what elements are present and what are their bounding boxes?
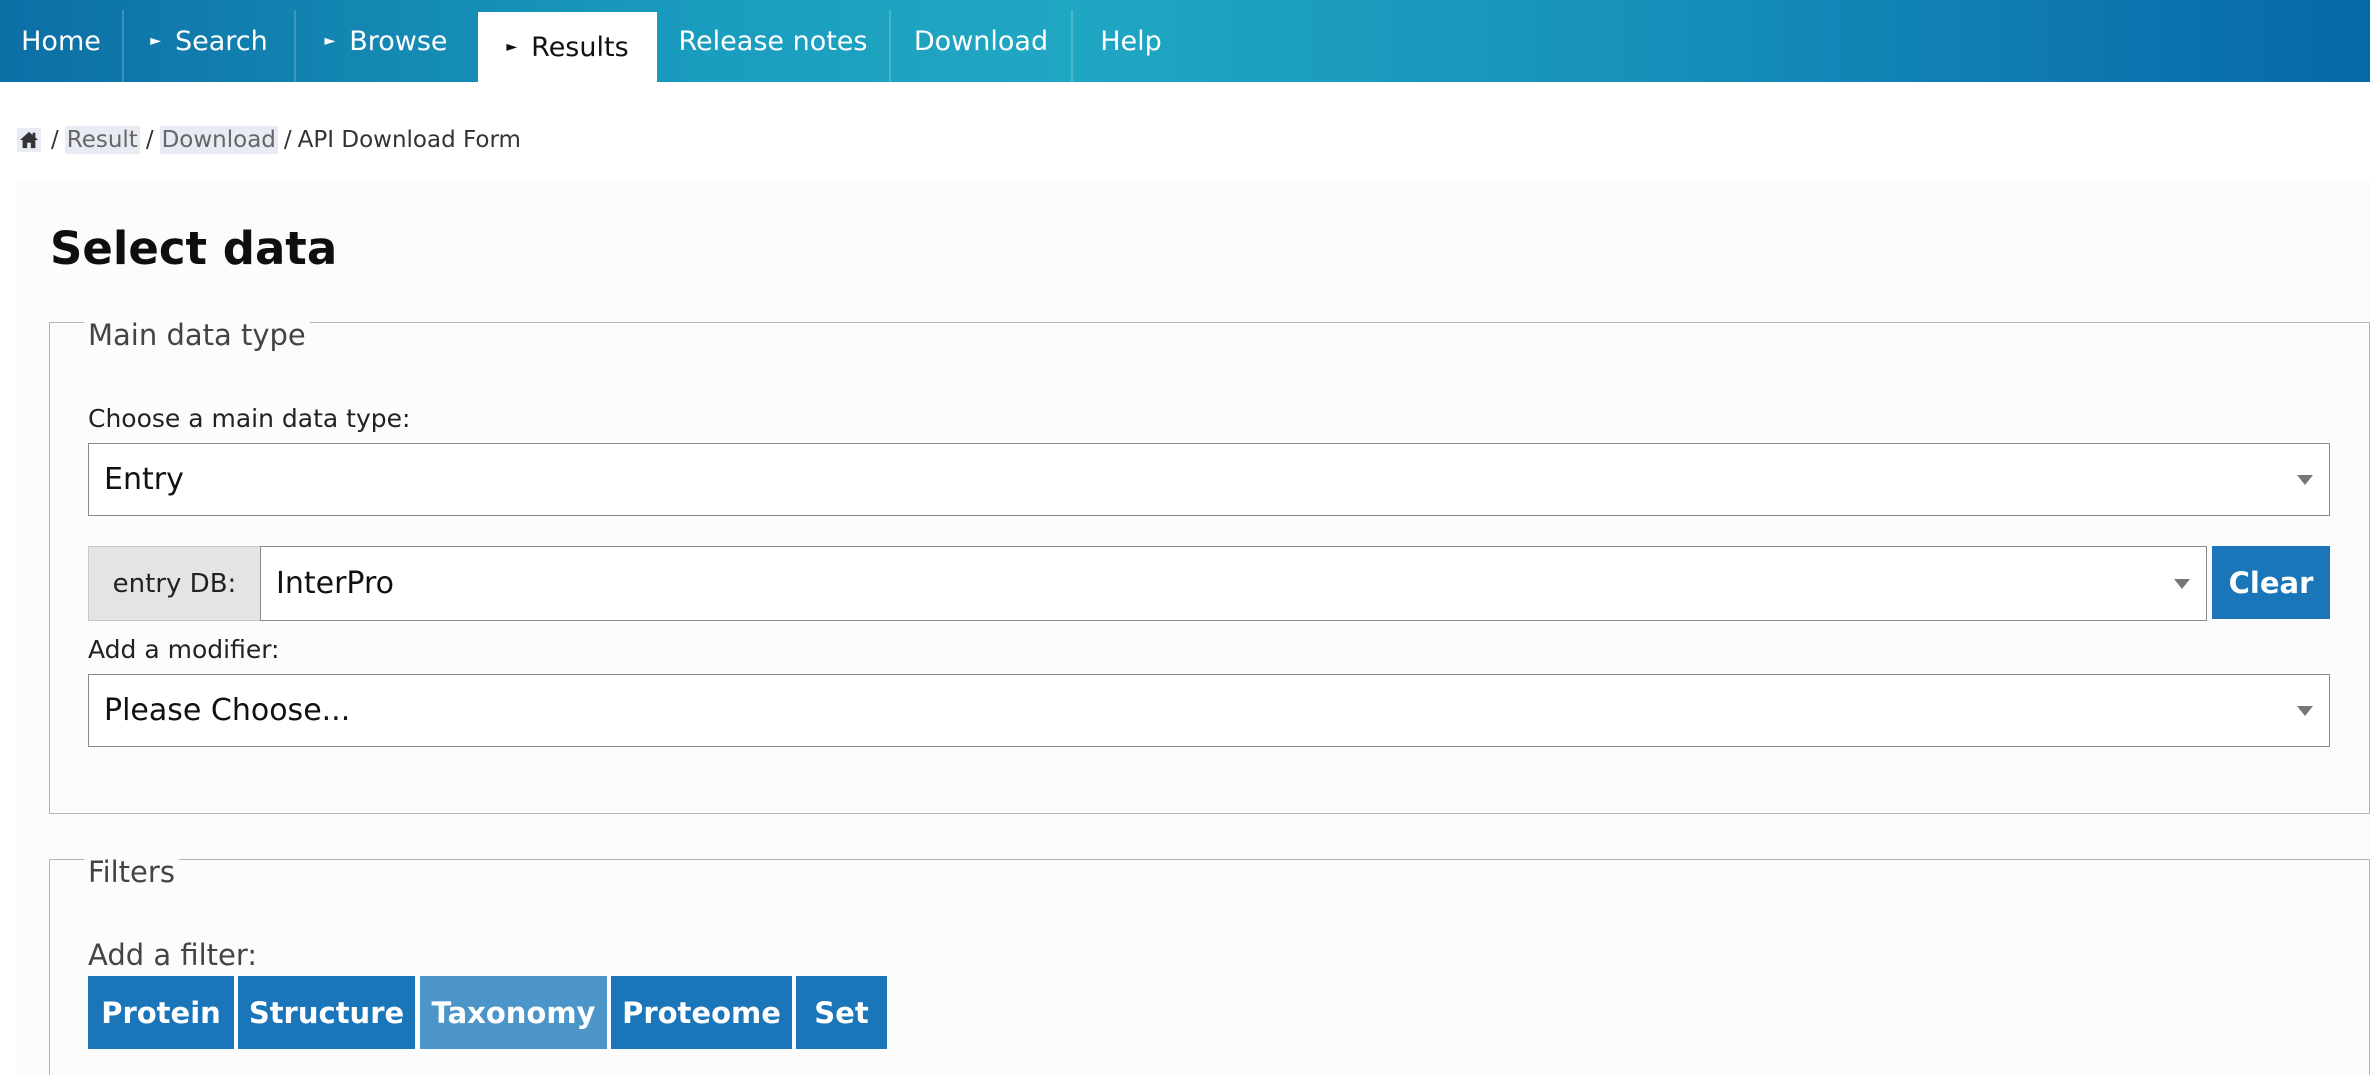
chevron-down-icon [2297,706,2313,716]
add-modifier-label: Add a modifier: [88,635,280,664]
tab-release-notes[interactable]: Release notes [657,0,889,82]
triangle-right-icon: ► [324,33,336,49]
chevron-down-icon [2297,475,2313,485]
filter-proteome-button[interactable]: Proteome [611,976,792,1049]
filter-taxonomy-button[interactable]: Taxonomy [420,976,607,1049]
choose-main-data-type-label: Choose a main data type: [88,404,411,433]
home-icon[interactable] [17,128,41,152]
chevron-down-icon [2174,579,2190,589]
breadcrumb-separator: / [283,127,292,153]
triangle-right-icon: ► [150,33,161,49]
entry-db-label: entry DB: [88,546,260,621]
tab-search[interactable]: ► Search [124,0,294,82]
main-data-type-legend: Main data type [84,318,310,352]
clear-button[interactable]: Clear [2212,546,2330,619]
top-navigation: Home ► Search ► Browse ► Results Release… [0,0,2370,82]
tab-label: Search [175,25,268,57]
tab-results[interactable]: ► Results [478,12,657,82]
main-data-type-select[interactable]: Entry [88,443,2330,516]
triangle-right-icon: ► [506,39,518,55]
entry-db-value: InterPro [276,566,395,601]
breadcrumb-download-link[interactable]: Download [159,126,278,154]
breadcrumb: / Result / Download / API Download Form [17,124,521,156]
page-title: Select data [50,222,338,275]
breadcrumb-separator: / [51,127,59,153]
breadcrumb-separator: / [145,127,154,153]
tab-label: Home [21,25,101,57]
tab-help[interactable]: Help [1073,0,1189,82]
tab-label: Results [531,31,629,63]
breadcrumb-result-link[interactable]: Result [64,126,140,154]
tab-label: Help [1100,25,1162,57]
filter-set-button[interactable]: Set [796,976,887,1049]
entry-db-label-text: entry DB: [112,568,237,599]
main-data-type-value: Entry [104,462,184,497]
entry-db-select[interactable]: InterPro [260,546,2207,621]
tab-home[interactable]: Home [0,0,122,82]
tab-browse[interactable]: ► Browse [296,0,476,82]
modifier-select[interactable]: Please Choose... [88,674,2330,747]
tab-download[interactable]: Download [891,0,1071,82]
tab-label: Release notes [678,25,868,57]
tab-label: Download [913,25,1049,57]
filters-legend: Filters [84,855,179,889]
filter-protein-button[interactable]: Protein [88,976,234,1049]
filter-structure-button[interactable]: Structure [238,976,415,1049]
breadcrumb-current: API Download Form [297,127,521,153]
add-filter-label: Add a filter: [88,938,258,972]
tab-label: Browse [349,25,448,57]
modifier-value: Please Choose... [104,693,351,728]
